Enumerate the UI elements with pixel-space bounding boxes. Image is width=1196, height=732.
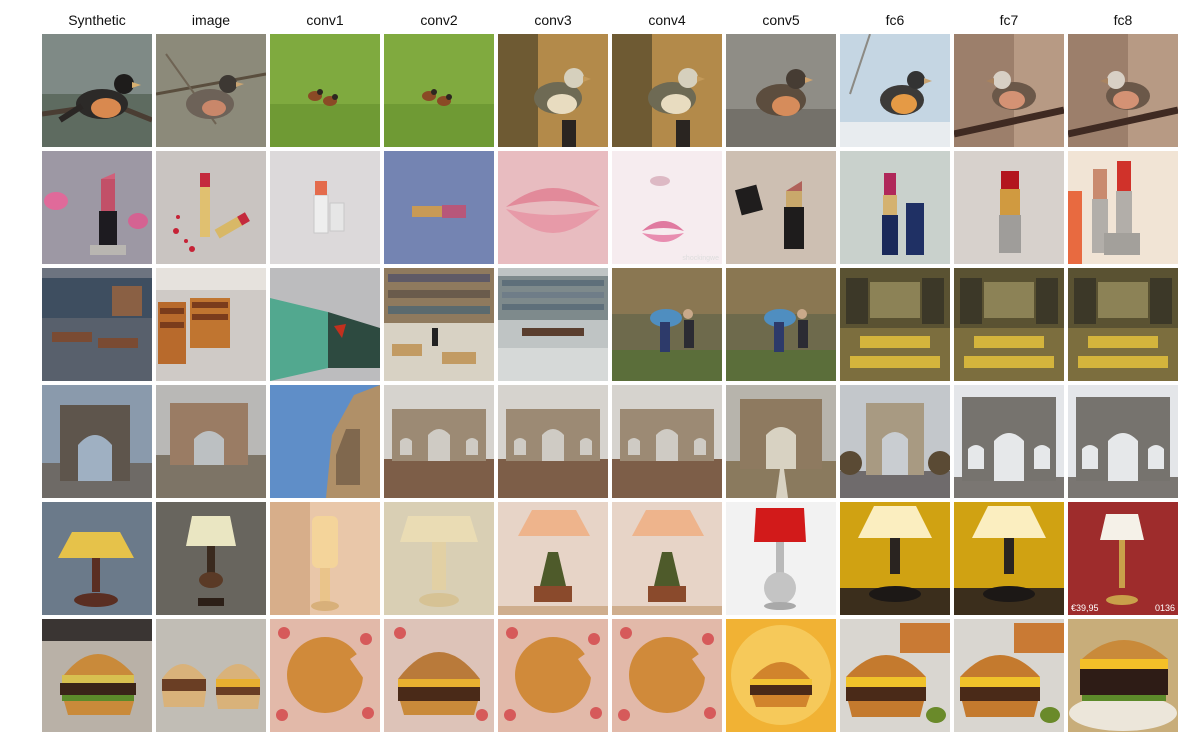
- column-header-conv4: conv4: [648, 12, 686, 28]
- column-headers: Synthetic image conv1 conv2 conv3 conv4 …: [42, 9, 1178, 31]
- library-conv4-image: [612, 268, 722, 381]
- lamp-conv5-image: [726, 502, 836, 615]
- lipstick-conv3-image: [498, 151, 608, 264]
- library-conv3-image: [498, 268, 608, 381]
- library-synthetic-image: [42, 268, 152, 381]
- burger-conv2-image: [384, 619, 494, 732]
- lipstick-conv2-image: [384, 151, 494, 264]
- bird-fc6-image: [840, 34, 950, 147]
- arch-fc6-image: [840, 385, 950, 498]
- bird-conv3-image: [498, 34, 608, 147]
- lamp-fc7-image: [954, 502, 1064, 615]
- item-code-label: 0136: [1154, 603, 1175, 613]
- lamp-image: [156, 502, 266, 615]
- figure: Synthetic image conv1 conv2 conv3 conv4 …: [0, 0, 1196, 732]
- lamp-conv2-image: [384, 502, 494, 615]
- arch-synthetic-image: [42, 385, 152, 498]
- bird-image: [156, 34, 266, 147]
- burger-fc8-image: [1068, 619, 1178, 732]
- arch-fc7-image: [954, 385, 1064, 498]
- burger-synthetic-image: [42, 619, 152, 732]
- column-header-conv2: conv2: [420, 12, 458, 28]
- library-fc6-image: [840, 268, 950, 381]
- lipstick-conv5-image: [726, 151, 836, 264]
- bird-fc7-image: [954, 34, 1064, 147]
- lamp-fc6-image: [840, 502, 950, 615]
- library-conv5-image: [726, 268, 836, 381]
- burger-image: [156, 619, 266, 732]
- column-header-conv3: conv3: [534, 12, 572, 28]
- lipstick-fc7-image: [954, 151, 1064, 264]
- lamp-conv4-image: [612, 502, 722, 615]
- arch-image: [156, 385, 266, 498]
- bird-conv5-image: [726, 34, 836, 147]
- lamp-conv3-image: [498, 502, 608, 615]
- arch-conv2-image: [384, 385, 494, 498]
- library-fc8-image: [1068, 268, 1178, 381]
- column-header-image: image: [191, 12, 231, 28]
- bird-conv4-image: [612, 34, 722, 147]
- burger-conv1-image: [270, 619, 380, 732]
- burger-conv5-image: [726, 619, 836, 732]
- arch-fc8-image: [1068, 385, 1178, 498]
- lipstick-synthetic-image: [42, 151, 152, 264]
- lipstick-fc8-image: [1068, 151, 1178, 264]
- column-header-fc7: fc7: [999, 12, 1019, 28]
- arch-conv1-image: [270, 385, 380, 498]
- burger-fc7-image: [954, 619, 1064, 732]
- lamp-synthetic-image: [42, 502, 152, 615]
- column-header-fc6: fc6: [885, 12, 905, 28]
- burger-conv4-image: [612, 619, 722, 732]
- column-header-conv5: conv5: [762, 12, 800, 28]
- image-grid: shockingwe €39,95 0136: [42, 34, 1178, 732]
- column-header-conv1: conv1: [306, 12, 344, 28]
- library-conv2-image: [384, 268, 494, 381]
- watermark-text: shockingwe: [682, 255, 719, 262]
- library-conv1-image: [270, 268, 380, 381]
- lamp-fc8-image: €39,95 0136: [1068, 502, 1178, 615]
- burger-conv3-image: [498, 619, 608, 732]
- column-header-fc8: fc8: [1113, 12, 1133, 28]
- arch-conv5-image: [726, 385, 836, 498]
- arch-conv4-image: [612, 385, 722, 498]
- price-label: €39,95: [1071, 603, 1099, 613]
- column-header-synthetic: Synthetic: [68, 12, 126, 28]
- bird-fc8-image: [1068, 34, 1178, 147]
- lipstick-fc6-image: [840, 151, 950, 264]
- burger-fc6-image: [840, 619, 950, 732]
- arch-conv3-image: [498, 385, 608, 498]
- lipstick-image: [156, 151, 266, 264]
- library-fc7-image: [954, 268, 1064, 381]
- lipstick-conv1-image: [270, 151, 380, 264]
- bird-conv1-image: [270, 34, 380, 147]
- lipstick-conv4-image: shockingwe: [612, 151, 722, 264]
- library-image: [156, 268, 266, 381]
- bird-conv2-image: [384, 34, 494, 147]
- bird-synthetic-image: [42, 34, 152, 147]
- lamp-conv1-image: [270, 502, 380, 615]
